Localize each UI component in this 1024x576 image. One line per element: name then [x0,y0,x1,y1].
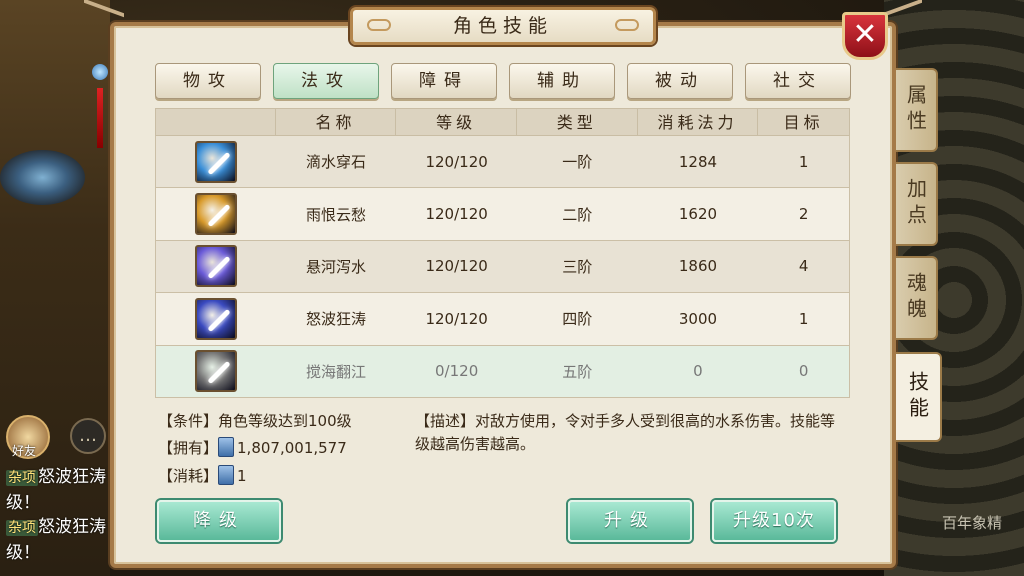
skill-book-icon [218,465,235,485]
cell-type: 四阶 [562,310,593,329]
cloud-ornament-icon [615,19,639,31]
header-cost: 消耗法力 [638,109,759,135]
table-header: 名称 等级 类型 消耗法力 目标 [155,108,850,136]
side-tab-soul[interactable]: 魂魄 [896,256,938,340]
chat-bubble-icon[interactable]: … [70,418,106,454]
chat-message[interactable]: 杂项 怒波狂涛 [6,462,106,487]
chat-tag: 杂项 [6,520,38,536]
chat-message-cont: 级！ [6,543,40,563]
cell-target: 2 [798,205,809,224]
cell-level: 120/120 [425,152,488,171]
table-row[interactable]: 搅海翻江 0/120 五阶 0 0 [155,345,850,398]
cell-type: 五阶 [562,362,593,381]
cell-icon [156,188,276,239]
tab-physical-attack[interactable]: 物攻 [155,63,261,99]
triple-blade-icon[interactable] [194,245,237,288]
tab-passive[interactable]: 被动 [627,63,733,99]
blade-icon[interactable] [194,140,237,183]
cell-type: 三阶 [562,257,593,276]
cell-cost: 0 [693,362,703,381]
close-button[interactable]: ✕ [842,12,888,60]
cell-level: 120/120 [425,257,488,276]
cell-cost: 1620 [678,205,718,224]
teleport-portal[interactable] [0,150,85,205]
cell-icon [156,293,276,344]
cloud-ornament-icon [367,19,391,31]
side-tab-points[interactable]: 加点 [896,162,938,246]
cell-target: 1 [798,152,809,171]
chat-message[interactable]: 杂项 怒波狂涛 [6,512,106,537]
skill-condition: 【条件】角色等级达到100级 [158,412,352,430]
tab-support[interactable]: 辅助 [509,63,615,99]
downgrade-button[interactable]: 降级 [157,500,281,542]
header-icon [156,109,276,135]
chat-message-cont: 级！ [6,493,40,513]
tab-obstruct[interactable]: 障碍 [391,63,497,99]
cell-level: 120/120 [425,205,488,224]
cell-icon [156,346,276,397]
header-target: 目标 [783,113,824,132]
cell-level: 0/120 [435,362,479,381]
header-name: 名称 [276,109,397,135]
skill-table: 名称 等级 类型 消耗法力 目标 滴水穿石 120/120 一阶 1284 1 雨恨云愁 1… [155,108,850,398]
tab-social[interactable]: 社交 [745,63,851,99]
cell-cost: 1860 [678,257,718,276]
pendant-ornament [92,50,108,150]
table-row[interactable]: 滴水穿石 120/120 一阶 1284 1 [155,136,850,189]
table-row[interactable]: 雨恨云愁 120/120 二阶 1620 2 [155,188,850,241]
cell-icon [156,241,276,292]
skill-owned: 【拥有】 1,807,001,577 [158,437,347,457]
consume-value: 1 [237,467,247,485]
cell-name: 怒波狂涛 [305,310,366,329]
friend-avatar[interactable]: 好友 [6,415,50,459]
header-type: 类型 [517,109,638,135]
cell-icon [156,136,276,187]
cell-type: 一阶 [562,153,593,172]
cell-name: 雨恨云愁 [305,205,366,224]
header-level: 等级 [396,109,517,135]
cell-cost: 1284 [678,152,718,171]
table-row[interactable]: 悬河泻水 120/120 三阶 1860 4 [155,240,850,294]
table-row[interactable]: 怒波狂涛 120/120 四阶 3000 1 [155,293,850,346]
side-tab-skills[interactable]: 技能 [896,352,942,442]
skill-description: 【描述】对敌方使用，令对手多人受到很高的水系伤害。技能等级越高伤害越高。 [415,412,836,453]
cell-type: 二阶 [562,205,593,224]
cell-name: 滴水穿石 [305,153,366,172]
cell-target: 4 [798,257,809,276]
cell-level: 120/120 [425,309,488,328]
friend-label: 好友 [12,444,37,458]
owned-value: 1,807,001,577 [237,439,347,457]
grey-blade-icon[interactable] [194,350,237,393]
sparkle-sword-icon[interactable] [194,193,237,236]
panel-title: 角色技能 [350,7,656,45]
cell-target: 0 [798,362,809,381]
cell-cost: 3000 [678,309,718,328]
vortex-blade-icon[interactable] [194,297,237,340]
npc-name[interactable]: 百年象精 [942,512,1002,533]
cell-target: 1 [798,309,809,328]
tab-magic-attack[interactable]: 法攻 [273,63,379,99]
skill-consume: 【消耗】 1 [158,465,247,485]
chat-tag: 杂项 [6,470,38,486]
upgrade-button[interactable]: 升级 [568,500,692,542]
skill-book-icon [218,437,235,457]
side-tab-attributes[interactable]: 属性 [896,68,938,152]
cell-name: 悬河泻水 [305,257,366,276]
upgrade-10-button[interactable]: 升级10次 [712,500,836,542]
cell-name: 搅海翻江 [305,362,366,381]
